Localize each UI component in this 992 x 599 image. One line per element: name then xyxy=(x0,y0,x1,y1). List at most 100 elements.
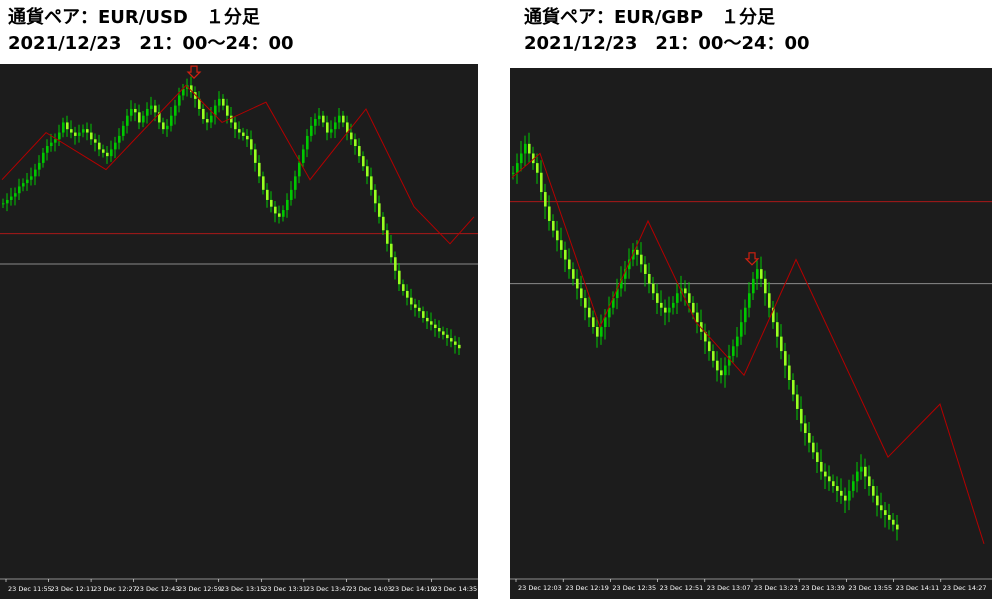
candle xyxy=(166,125,169,130)
candle xyxy=(142,115,145,123)
candle xyxy=(314,119,317,126)
candle xyxy=(640,254,643,265)
candle xyxy=(442,331,445,335)
candle xyxy=(82,129,85,133)
candle xyxy=(458,344,461,349)
candle xyxy=(712,351,715,361)
candle xyxy=(30,176,33,180)
candle xyxy=(318,115,321,120)
candle xyxy=(74,132,77,136)
candle xyxy=(736,336,739,347)
candle xyxy=(278,213,281,217)
x-tick-label: 23 Dec 13:07 xyxy=(707,584,751,592)
candle xyxy=(426,317,429,322)
candle xyxy=(406,290,409,298)
candle xyxy=(86,129,89,133)
candle xyxy=(524,143,527,154)
candle xyxy=(880,505,883,511)
candle xyxy=(118,135,121,143)
candle xyxy=(42,152,45,163)
candle xyxy=(94,139,97,143)
candle xyxy=(844,495,847,501)
candle xyxy=(342,115,345,123)
candle xyxy=(270,199,273,207)
chart-subtitle-eurgbp: 2021/12/23 21：00～24：00 xyxy=(524,33,810,54)
candle xyxy=(134,108,137,113)
candle xyxy=(46,146,49,153)
candle xyxy=(832,481,835,487)
candle xyxy=(438,328,441,332)
candle xyxy=(724,365,727,376)
candle xyxy=(752,278,755,294)
candle xyxy=(716,360,719,371)
x-tick-label: 23 Dec 14:19 xyxy=(391,585,435,593)
candle xyxy=(98,142,101,150)
candle xyxy=(338,115,341,123)
candle xyxy=(250,139,253,150)
candle xyxy=(780,336,783,352)
candle xyxy=(26,179,29,184)
candle xyxy=(888,514,891,520)
candle xyxy=(14,193,17,197)
candle xyxy=(856,471,859,482)
x-tick-label: 23 Dec 14:03 xyxy=(348,585,392,593)
candle xyxy=(102,149,105,153)
candle xyxy=(564,249,567,260)
candle xyxy=(78,132,81,136)
candle xyxy=(820,461,823,472)
candle xyxy=(684,288,687,294)
candle xyxy=(516,163,519,173)
candle xyxy=(860,466,863,472)
candle xyxy=(576,278,579,289)
candle xyxy=(274,206,277,214)
candle xyxy=(414,304,417,308)
candle xyxy=(824,471,827,477)
candle xyxy=(22,183,25,187)
candle xyxy=(600,327,603,337)
candle xyxy=(10,196,13,200)
candle xyxy=(390,243,393,258)
candle xyxy=(434,324,437,329)
candle xyxy=(592,317,595,327)
chart-panel-eurgbp[interactable]: 23 Dec 12:03 23 Dec 12:19 23 Dec 12:35 23 D… xyxy=(510,68,992,599)
candle xyxy=(656,293,659,303)
x-tick-label: 23 Dec 13:47 xyxy=(306,585,350,593)
candle xyxy=(588,307,591,318)
candle xyxy=(138,112,141,123)
candle xyxy=(302,149,305,163)
chart-panel-eurusd[interactable]: 23 Dec 11:55 23 Dec 12:11 23 Dec 12:27 23 D… xyxy=(0,64,478,599)
candle xyxy=(2,203,5,205)
candle xyxy=(580,288,583,299)
candle xyxy=(740,322,743,337)
candle xyxy=(796,394,799,409)
candle xyxy=(568,259,571,270)
candle xyxy=(330,129,333,133)
candle xyxy=(402,284,405,291)
x-tick-label: 23 Dec 12:11 xyxy=(51,585,95,593)
candle xyxy=(764,278,767,294)
candle xyxy=(382,216,385,231)
candle xyxy=(520,153,523,164)
candle xyxy=(800,408,803,424)
candle xyxy=(90,132,93,140)
candle xyxy=(378,203,381,217)
candle xyxy=(756,269,759,279)
candle xyxy=(692,302,695,313)
candle xyxy=(322,115,325,123)
candle xyxy=(896,524,899,530)
candle xyxy=(210,115,213,123)
candle xyxy=(660,302,663,308)
candle xyxy=(668,307,671,313)
candle xyxy=(298,162,301,177)
candle xyxy=(50,142,53,147)
candle xyxy=(290,189,293,200)
x-tick-label: 23 Dec 12:03 xyxy=(518,584,562,592)
candle xyxy=(816,452,819,462)
zigzag-line xyxy=(1,84,475,245)
candle xyxy=(62,122,65,133)
candle xyxy=(366,166,369,177)
x-tick-label: 23 Dec 14:35 xyxy=(433,585,477,593)
candle xyxy=(126,115,129,126)
candle xyxy=(122,125,125,136)
candle xyxy=(410,297,413,305)
